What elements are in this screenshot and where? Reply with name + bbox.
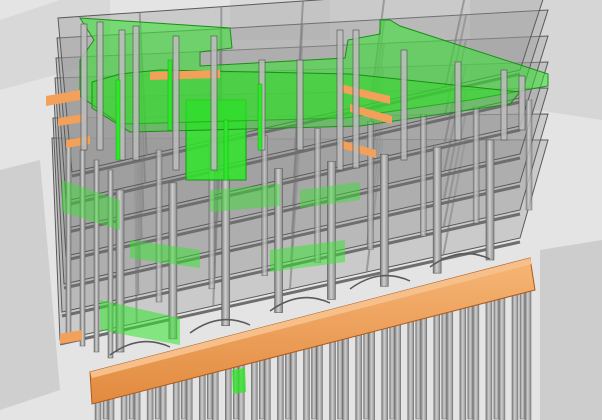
green-column (257, 83, 263, 151)
pile (498, 291, 506, 420)
pile (355, 328, 362, 420)
column (420, 114, 427, 237)
column (485, 139, 495, 261)
pile (467, 295, 474, 420)
pile (316, 338, 323, 420)
column (155, 149, 163, 303)
model-viewport[interactable] (0, 0, 602, 420)
pile (524, 284, 532, 420)
pile (264, 351, 271, 420)
column (525, 99, 533, 211)
pile (277, 348, 284, 420)
pile (415, 308, 421, 420)
pile (446, 304, 454, 420)
upper-column (352, 29, 360, 169)
upper-column (96, 21, 104, 151)
upper-column (80, 23, 88, 151)
column (93, 159, 100, 353)
green-column (167, 59, 173, 131)
upper-column (454, 61, 462, 141)
pile (329, 334, 336, 420)
upper-column (210, 35, 218, 171)
pile (394, 318, 401, 420)
column (472, 106, 480, 224)
pile (225, 361, 232, 420)
column (65, 139, 72, 341)
pile (472, 298, 480, 420)
pile (519, 282, 526, 420)
upper-column (132, 25, 140, 161)
pile (381, 321, 388, 420)
pile (389, 315, 395, 420)
pile (363, 322, 369, 420)
upper-column (296, 59, 304, 151)
column (79, 149, 86, 347)
column (327, 161, 336, 300)
pile (311, 335, 317, 420)
pile (433, 308, 441, 420)
pile (485, 294, 493, 420)
pile (511, 288, 519, 420)
pile (342, 331, 349, 420)
pile (303, 341, 310, 420)
pile (290, 344, 297, 420)
green-column (115, 79, 121, 161)
pile (407, 314, 414, 420)
green-column-base (232, 368, 246, 394)
pile (420, 311, 428, 420)
column (379, 153, 389, 287)
upper-column (500, 69, 508, 141)
context-block-se (540, 240, 602, 420)
upper-column (518, 75, 526, 131)
pile (368, 324, 375, 420)
column (367, 121, 374, 250)
pile (337, 328, 343, 420)
pile (459, 301, 467, 420)
pile (493, 288, 500, 420)
building-3d-model (0, 0, 602, 420)
upper-column (400, 49, 408, 161)
upper-column (336, 29, 344, 171)
pile (441, 302, 448, 420)
column (432, 146, 442, 274)
upper-column (172, 35, 180, 171)
pile (251, 354, 258, 420)
green-column (223, 119, 229, 181)
